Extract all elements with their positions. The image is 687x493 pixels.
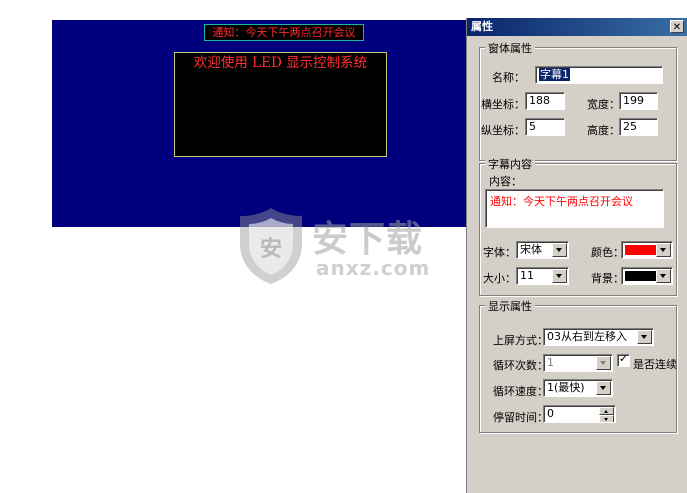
color-select[interactable] <box>621 241 673 259</box>
loop-speed-value: 1(最快) <box>547 381 585 394</box>
font-select[interactable]: 宋体 <box>516 241 569 259</box>
content-textarea[interactable]: 通知：今天下午两点召开会议 <box>485 189 664 228</box>
arrow-up-icon <box>604 410 608 413</box>
chevron-down-icon <box>556 274 562 278</box>
dwell-time-label: 停留时间： <box>493 411 548 424</box>
font-dropdown-button[interactable] <box>552 243 567 257</box>
chevron-down-icon <box>641 335 647 339</box>
screen-mode-dropdown-button[interactable] <box>637 330 652 344</box>
checkmark-icon: ✓ <box>619 352 629 365</box>
window-properties-legend: 窗体属性 <box>485 40 535 56</box>
loop-count-dropdown-button[interactable] <box>596 356 611 370</box>
color-dropdown-button[interactable] <box>656 243 671 257</box>
welcome-text: 欢迎使用 LED 显示控制系统 <box>193 55 368 71</box>
close-icon: ✕ <box>672 22 682 33</box>
color-label: 颜色： <box>591 246 624 259</box>
y-coord-input[interactable]: 5 <box>525 118 565 136</box>
loop-count-select[interactable]: 1 <box>543 354 613 372</box>
name-label: 名称： <box>492 71 525 84</box>
loop-speed-dropdown-button[interactable] <box>596 381 611 395</box>
color-swatch <box>625 245 659 255</box>
width-input[interactable]: 199 <box>619 92 658 110</box>
display-properties-legend: 显示属性 <box>485 298 535 314</box>
continuous-label: 是否连续 <box>633 358 677 371</box>
dwell-time-value: 0 <box>547 407 554 420</box>
chevron-down-icon <box>600 361 606 365</box>
loop-speed-select[interactable]: 1(最快) <box>543 379 613 397</box>
x-coord-input[interactable]: 188 <box>525 92 565 110</box>
font-value: 宋体 <box>520 243 542 256</box>
size-label: 大小： <box>483 272 516 285</box>
welcome-text-area[interactable]: 欢迎使用 LED 显示控制系统 <box>174 52 387 157</box>
name-value: 字幕1 <box>539 68 570 81</box>
continuous-checkbox[interactable]: ✓ <box>617 352 630 367</box>
screen-mode-value: 03从右到左移入 <box>547 330 627 343</box>
subtitle-content-legend: 字幕内容 <box>485 156 535 172</box>
loop-count-value: 1 <box>547 356 554 369</box>
background-swatch <box>625 271 659 281</box>
dwell-time-spinner[interactable]: 0 <box>543 405 616 423</box>
y-coord-label: 纵坐标： <box>481 124 525 137</box>
properties-title: 属性 <box>471 20 493 33</box>
chevron-down-icon <box>556 248 562 252</box>
width-label: 宽度： <box>587 98 620 111</box>
screen-mode-select[interactable]: 03从右到左移入 <box>543 328 654 346</box>
screen-mode-label: 上屏方式： <box>493 334 548 347</box>
properties-titlebar[interactable]: 属性 ✕ <box>467 18 687 36</box>
properties-panel: 属性 ✕ 窗体属性 名称： 字幕1 横坐标： 188 宽度： 199 纵坐标： … <box>466 18 687 493</box>
size-value: 11 <box>520 269 534 282</box>
chevron-down-icon <box>660 274 666 278</box>
loop-count-label: 循环次数： <box>493 359 548 372</box>
notice-subtitle-area[interactable]: 通知：今天下午两点召开会议 <box>204 24 364 41</box>
chevron-down-icon <box>660 248 666 252</box>
font-label: 字体： <box>483 246 516 259</box>
size-dropdown-button[interactable] <box>552 269 567 283</box>
svg-text:安: 安 <box>260 236 282 262</box>
spin-down-button[interactable] <box>599 415 614 422</box>
height-label: 高度： <box>587 124 620 137</box>
arrow-down-icon <box>604 418 608 421</box>
size-select[interactable]: 11 <box>516 267 569 285</box>
name-input[interactable]: 字幕1 <box>535 66 663 84</box>
chevron-down-icon <box>600 386 606 390</box>
x-coord-label: 横坐标： <box>481 98 525 111</box>
height-input[interactable]: 25 <box>619 118 658 136</box>
close-button[interactable]: ✕ <box>670 20 684 33</box>
background-label: 背景： <box>591 272 624 285</box>
notice-subtitle-text: 通知：今天下午两点召开会议 <box>212 26 356 39</box>
content-label-visible: 内容： <box>489 175 522 188</box>
spin-up-button[interactable] <box>599 407 614 415</box>
watermark-text-en: anxz.com <box>316 256 431 280</box>
background-dropdown-button[interactable] <box>656 269 671 283</box>
led-canvas[interactable]: 通知：今天下午两点召开会议 欢迎使用 LED 显示控制系统 <box>52 20 468 227</box>
background-select[interactable] <box>621 267 673 285</box>
loop-speed-label: 循环速度： <box>493 385 548 398</box>
